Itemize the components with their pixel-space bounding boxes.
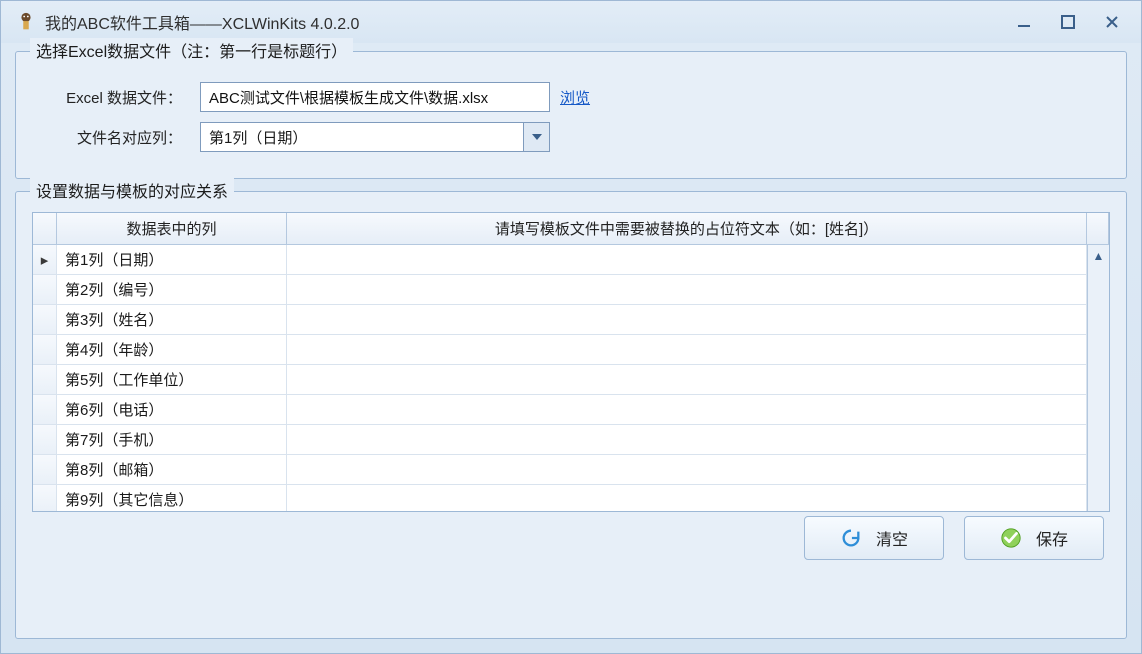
grid-rows: ▸第1列（日期）第2列（编号）第3列（姓名）第4列（年龄）第5列（工作单位）第6…	[33, 245, 1087, 511]
titlebar: 我的ABC软件工具箱——XCLWinKits 4.0.2.0	[1, 1, 1141, 43]
scroll-up-icon[interactable]: ▲	[1093, 249, 1105, 263]
excel-group-legend: 选择Excel数据文件（注：第一行是标题行）	[30, 38, 353, 62]
row-column-name[interactable]: 第6列（电话）	[57, 395, 287, 424]
row-indicator	[33, 395, 57, 424]
row-placeholder-cell[interactable]	[287, 245, 1087, 274]
table-row[interactable]: 第6列（电话）	[33, 395, 1087, 425]
grid-header-col1[interactable]: 数据表中的列	[57, 213, 287, 244]
combo-dropdown-button[interactable]	[523, 123, 549, 151]
app-icon	[15, 11, 37, 33]
row-placeholder-cell[interactable]	[287, 485, 1087, 511]
excel-path-row: Excel 数据文件： 浏览	[40, 82, 1102, 112]
mapping-group: 设置数据与模板的对应关系 数据表中的列 请填写模板文件中需要被替换的占位符文本（…	[15, 191, 1127, 639]
row-placeholder-cell[interactable]	[287, 365, 1087, 394]
table-row[interactable]: 第3列（姓名）	[33, 305, 1087, 335]
mapping-grid: 数据表中的列 请填写模板文件中需要被替换的占位符文本（如：[姓名]） ▸第1列（…	[32, 212, 1110, 512]
clear-button[interactable]: 清空	[804, 516, 944, 560]
table-row[interactable]: ▸第1列（日期）	[33, 245, 1087, 275]
row-indicator	[33, 305, 57, 334]
row-indicator	[33, 365, 57, 394]
clear-button-label: 清空	[876, 526, 908, 550]
refresh-icon	[840, 527, 862, 549]
table-row[interactable]: 第7列（手机）	[33, 425, 1087, 455]
minimize-button[interactable]	[1015, 13, 1033, 31]
row-column-name[interactable]: 第2列（编号）	[57, 275, 287, 304]
close-button[interactable]	[1103, 13, 1121, 31]
maximize-button[interactable]	[1059, 13, 1077, 31]
row-column-name[interactable]: 第4列（年龄）	[57, 335, 287, 364]
row-indicator	[33, 485, 57, 511]
row-indicator	[33, 335, 57, 364]
window-title: 我的ABC软件工具箱——XCLWinKits 4.0.2.0	[45, 10, 1015, 34]
row-placeholder-cell[interactable]	[287, 275, 1087, 304]
row-column-name[interactable]: 第9列（其它信息）	[57, 485, 287, 511]
footer-buttons: 清空 保存	[32, 512, 1110, 560]
table-row[interactable]: 第4列（年龄）	[33, 335, 1087, 365]
table-row[interactable]: 第9列（其它信息）	[33, 485, 1087, 511]
row-column-name[interactable]: 第3列（姓名）	[57, 305, 287, 334]
row-placeholder-cell[interactable]	[287, 305, 1087, 334]
check-icon	[1000, 527, 1022, 549]
filename-col-value: 第1列（日期）	[201, 123, 523, 151]
filename-col-combo[interactable]: 第1列（日期）	[200, 122, 550, 152]
client-area: 选择Excel数据文件（注：第一行是标题行） Excel 数据文件： 浏览 文件…	[15, 51, 1127, 639]
row-column-name[interactable]: 第5列（工作单位）	[57, 365, 287, 394]
row-indicator	[33, 455, 57, 484]
table-row[interactable]: 第5列（工作单位）	[33, 365, 1087, 395]
grid-header-col2[interactable]: 请填写模板文件中需要被替换的占位符文本（如：[姓名]）	[287, 213, 1087, 244]
grid-vscrollbar[interactable]: ▲	[1087, 245, 1109, 511]
excel-file-group: 选择Excel数据文件（注：第一行是标题行） Excel 数据文件： 浏览 文件…	[15, 51, 1127, 179]
row-column-name[interactable]: 第8列（邮箱）	[57, 455, 287, 484]
grid-header-scrollgap	[1087, 213, 1109, 244]
row-column-name[interactable]: 第7列（手机）	[57, 425, 287, 454]
row-indicator	[33, 275, 57, 304]
grid-header: 数据表中的列 请填写模板文件中需要被替换的占位符文本（如：[姓名]）	[33, 213, 1109, 245]
filename-col-row: 文件名对应列： 第1列（日期）	[40, 122, 1102, 152]
grid-header-indicator	[33, 213, 57, 244]
save-button-label: 保存	[1036, 526, 1068, 550]
browse-link[interactable]: 浏览	[560, 87, 590, 108]
table-row[interactable]: 第8列（邮箱）	[33, 455, 1087, 485]
window-controls	[1015, 13, 1121, 31]
save-button[interactable]: 保存	[964, 516, 1104, 560]
row-indicator: ▸	[33, 245, 57, 274]
row-placeholder-cell[interactable]	[287, 425, 1087, 454]
table-row[interactable]: 第2列（编号）	[33, 275, 1087, 305]
row-placeholder-cell[interactable]	[287, 455, 1087, 484]
filename-col-label: 文件名对应列：	[40, 127, 200, 148]
mapping-group-legend: 设置数据与模板的对应关系	[30, 178, 234, 202]
row-placeholder-cell[interactable]	[287, 335, 1087, 364]
excel-path-input[interactable]	[200, 82, 550, 112]
app-window: 我的ABC软件工具箱——XCLWinKits 4.0.2.0 选择Excel数据…	[0, 0, 1142, 654]
row-column-name[interactable]: 第1列（日期）	[57, 245, 287, 274]
row-indicator	[33, 425, 57, 454]
excel-path-label: Excel 数据文件：	[40, 87, 200, 108]
grid-body: ▸第1列（日期）第2列（编号）第3列（姓名）第4列（年龄）第5列（工作单位）第6…	[33, 245, 1109, 511]
row-placeholder-cell[interactable]	[287, 395, 1087, 424]
